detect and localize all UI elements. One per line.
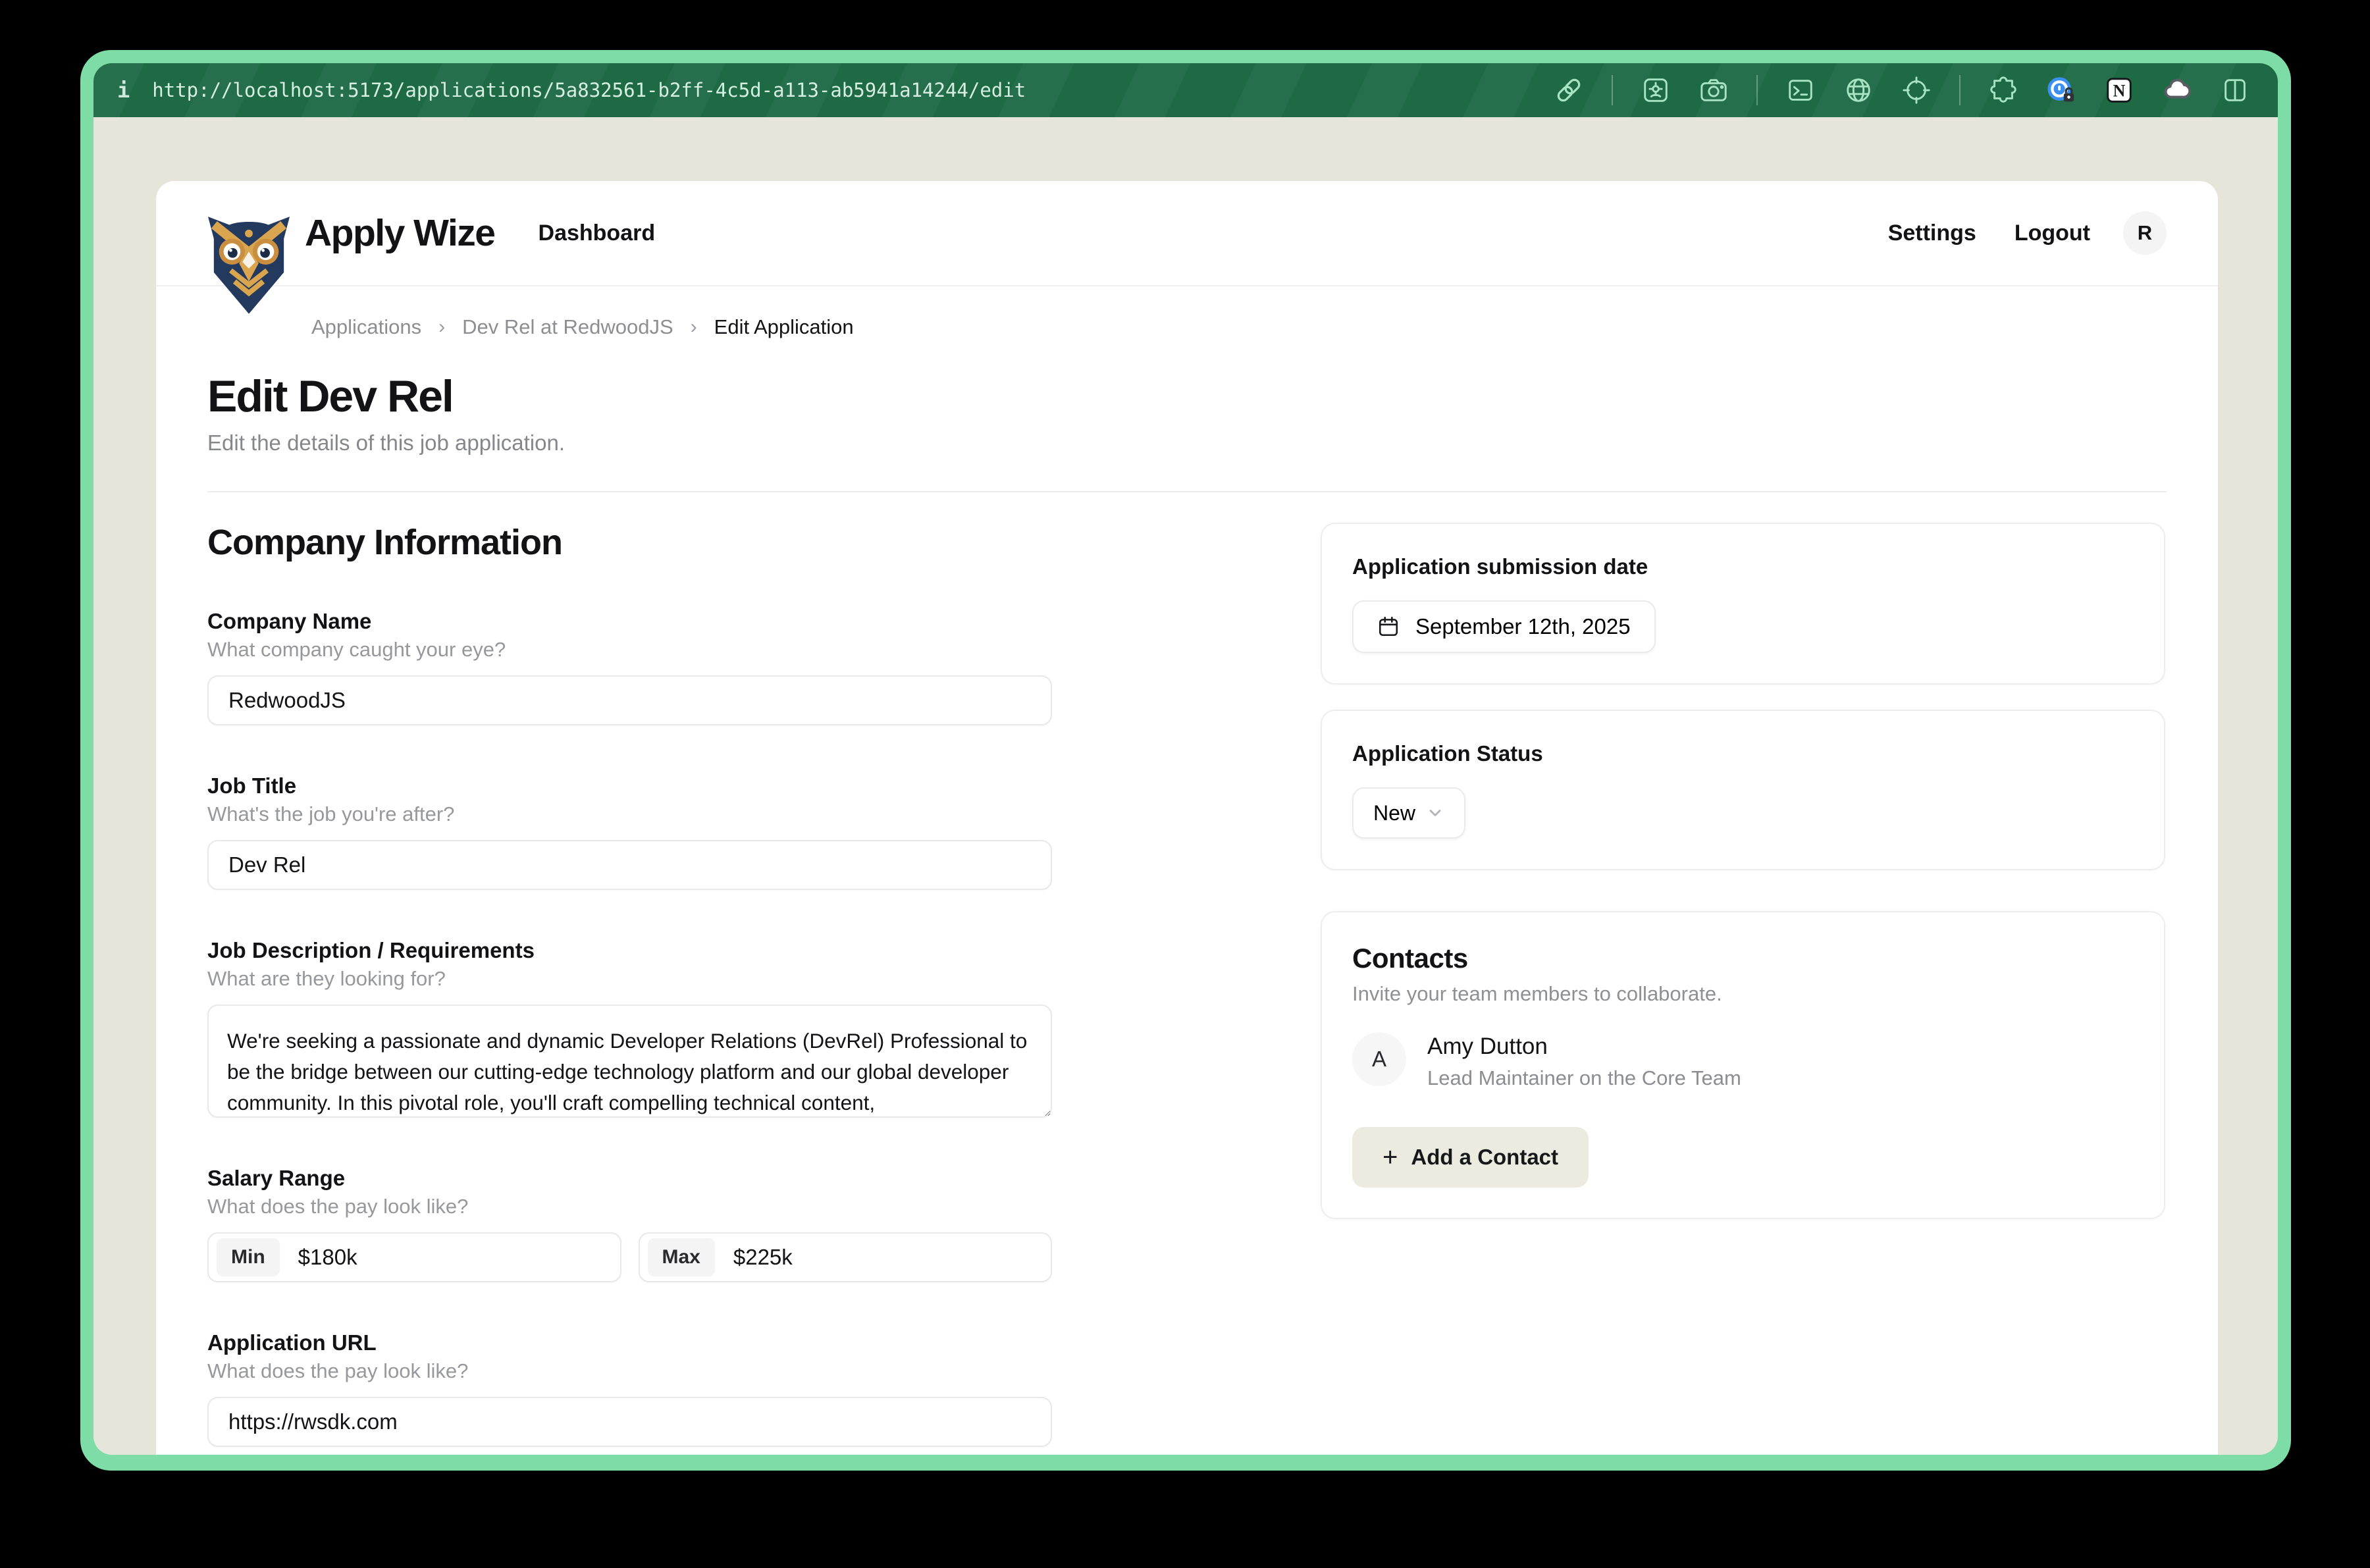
toolbar-separator	[1612, 75, 1613, 105]
chevron-right-icon: ›	[438, 316, 445, 338]
salary-min-badge: Min	[217, 1238, 280, 1276]
job-title-label: Job Title	[207, 774, 1052, 798]
chevron-down-icon	[1426, 804, 1444, 822]
submission-date-card: Application submission date September 12…	[1321, 523, 2165, 685]
company-name-hint: What company caught your eye?	[207, 639, 1052, 661]
salary-range-label: Salary Range	[207, 1166, 1052, 1190]
salary-max-badge: Max	[648, 1238, 715, 1276]
application-status-value: New	[1373, 801, 1415, 825]
job-title-hint: What's the job you're after?	[207, 803, 1052, 825]
info-icon[interactable]: i	[117, 78, 130, 103]
nav-dashboard[interactable]: Dashboard	[539, 221, 656, 246]
onepassword-icon[interactable]	[2046, 75, 2076, 105]
contacts-card: Contacts Invite your team members to col…	[1321, 911, 2165, 1219]
salary-min-input[interactable]: Min $180k	[207, 1232, 621, 1282]
logout-link[interactable]: Logout	[2014, 221, 2090, 246]
contact-role: Lead Maintainer on the Core Team	[1427, 1066, 1741, 1090]
url-bar[interactable]: http://localhost:5173/applications/5a832…	[152, 79, 1026, 101]
user-avatar[interactable]: R	[2123, 211, 2167, 255]
submission-date-label: Application submission date	[1352, 554, 2134, 579]
salary-max-value: $225k	[733, 1245, 793, 1270]
plus-icon: +	[1382, 1144, 1398, 1170]
job-description-hint: What are they looking for?	[207, 968, 1052, 990]
salary-range-field: Salary Range What does the pay look like…	[207, 1166, 1052, 1282]
contact-name: Amy Dutton	[1427, 1033, 1741, 1060]
job-description-textarea[interactable]: We're seeking a passionate and dynamic D…	[207, 1005, 1052, 1118]
app-card: Apply Wize Dashboard Settings Logout R A…	[156, 181, 2218, 1455]
submission-date-value: September 12th, 2025	[1415, 614, 1631, 639]
salary-min-value: $180k	[298, 1245, 357, 1270]
breadcrumb-application[interactable]: Dev Rel at RedwoodJS	[462, 315, 673, 339]
company-name-field: Company Name What company caught your ey…	[207, 610, 1052, 725]
page-background: Apply Wize Dashboard Settings Logout R A…	[93, 117, 2278, 1455]
submission-date-button[interactable]: September 12th, 2025	[1352, 600, 1656, 653]
company-name-label: Company Name	[207, 610, 1052, 633]
application-status-label: Application Status	[1352, 741, 2134, 766]
contacts-subtitle: Invite your team members to collaborate.	[1352, 982, 2134, 1006]
application-url-field: Application URL What does the pay look l…	[207, 1331, 1052, 1447]
globe-icon[interactable]	[1843, 75, 1874, 105]
svg-text:N: N	[2113, 82, 2126, 101]
breadcrumb-current: Edit Application	[714, 315, 854, 339]
puzzle-icon[interactable]	[1988, 75, 2018, 105]
contacts-title: Contacts	[1352, 943, 2134, 974]
company-information-form: Company Information Company Name What co…	[207, 523, 1052, 1455]
toolbar-separator	[1756, 75, 1758, 105]
job-description-field: Job Description / Requirements What are …	[207, 939, 1052, 1118]
company-name-input[interactable]	[207, 675, 1052, 725]
link-icon[interactable]	[1554, 75, 1584, 105]
notion-icon[interactable]: N	[2104, 75, 2134, 105]
application-status-card: Application Status New	[1321, 710, 2165, 870]
add-contact-button[interactable]: + Add a Contact	[1352, 1127, 1589, 1188]
salary-range-hint: What does the pay look like?	[207, 1195, 1052, 1218]
add-contact-label: Add a Contact	[1411, 1145, 1558, 1170]
salary-max-input[interactable]: Max $225k	[639, 1232, 1053, 1282]
job-title-input[interactable]	[207, 840, 1052, 890]
contact-avatar: A	[1352, 1032, 1406, 1086]
application-url-hint: What does the pay look like?	[207, 1360, 1052, 1382]
toolbar-separator	[1959, 75, 1961, 105]
page-head: Edit Dev Rel Edit the details of this jo…	[156, 339, 2218, 456]
breadcrumb-applications[interactable]: Applications	[311, 315, 421, 339]
page-title: Edit Dev Rel	[207, 373, 2167, 420]
chevron-right-icon: ›	[691, 316, 697, 338]
contact-list-item: A Amy Dutton Lead Maintainer on the Core…	[1352, 1032, 2134, 1090]
job-description-label: Job Description / Requirements	[207, 939, 1052, 962]
split-view-icon[interactable]	[2220, 75, 2250, 105]
browser-window: i http://localhost:5173/applications/5a8…	[80, 50, 2291, 1471]
terminal-icon[interactable]	[1785, 75, 1816, 105]
camera-icon[interactable]	[1698, 75, 1729, 105]
breadcrumb: Applications › Dev Rel at RedwoodJS › Ed…	[156, 286, 2218, 339]
application-url-input[interactable]	[207, 1397, 1052, 1447]
application-url-label: Application URL	[207, 1331, 1052, 1355]
browser-titlebar: i http://localhost:5173/applications/5a8…	[93, 63, 2278, 117]
page-subtitle: Edit the details of this job application…	[207, 431, 2167, 456]
cloud-icon[interactable]	[2162, 75, 2192, 105]
calendar-icon	[1377, 615, 1400, 638]
photo-icon[interactable]	[1641, 75, 1671, 105]
section-title: Company Information	[207, 523, 1052, 562]
app-header: Apply Wize Dashboard Settings Logout R	[156, 181, 2218, 286]
crosshair-icon[interactable]	[1901, 75, 1932, 105]
side-panel: Application submission date September 12…	[1321, 523, 2165, 1219]
brand-title[interactable]: Apply Wize	[305, 211, 495, 255]
settings-link[interactable]: Settings	[1888, 221, 1976, 246]
application-status-select[interactable]: New	[1352, 787, 1465, 839]
applywize-owl-logo-icon[interactable]	[207, 209, 290, 318]
job-title-field: Job Title What's the job you're after?	[207, 774, 1052, 890]
toolbar-icons: N	[1526, 75, 2250, 105]
